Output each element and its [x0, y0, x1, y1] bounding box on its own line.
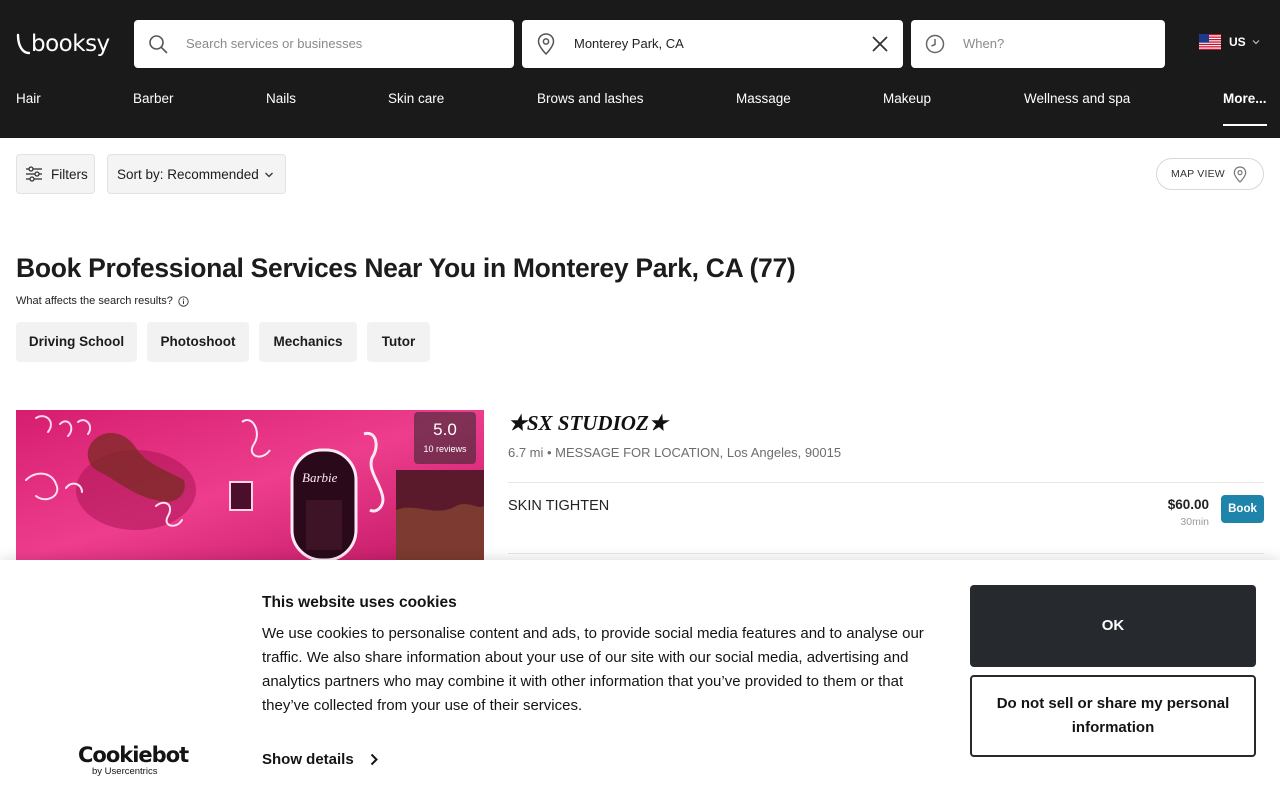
location-input[interactable]: Monterey Park, CA — [574, 20, 684, 68]
service-duration: 30min — [1180, 516, 1209, 528]
filters-label: Filters — [51, 166, 88, 182]
location-field[interactable]: Monterey Park, CA — [522, 20, 903, 68]
chevron-down-icon — [1252, 40, 1260, 45]
map-view-label: MAP VIEW — [1171, 168, 1225, 180]
cookiebot-brand: Cookiebot — [78, 743, 189, 767]
divider — [508, 553, 1264, 554]
location-pin-icon — [534, 32, 558, 56]
search-field[interactable]: Search services or businesses — [134, 20, 514, 68]
category-wellness-and-spa[interactable]: Wellness and spa — [1024, 86, 1130, 112]
map-pin-icon — [1233, 166, 1247, 183]
rating-score: 5.0 — [433, 420, 457, 439]
book-button[interactable]: Book — [1221, 495, 1264, 523]
info-icon[interactable] — [178, 295, 189, 307]
booksy-logo-icon — [16, 33, 30, 55]
category-more[interactable]: More... — [1223, 86, 1267, 126]
chip-mechanics[interactable]: Mechanics — [259, 322, 357, 362]
booksy-logo[interactable]: booksy — [16, 29, 110, 59]
do-not-sell-button[interactable]: Do not sell or share my personal informa… — [970, 675, 1256, 757]
cookiebot-by: by Usercentrics — [92, 766, 158, 777]
show-details-button[interactable]: Show details — [262, 751, 378, 768]
show-details-label: Show details — [262, 751, 354, 768]
cookie-title: This website uses cookies — [262, 594, 457, 611]
cookie-text: We use cookies to personalise content an… — [262, 625, 924, 714]
top-bar: booksy Search services or businesses Mon… — [0, 0, 1280, 138]
clock-icon — [923, 32, 947, 56]
business-address: 6.7 mi • MESSAGE FOR LOCATION, Los Angel… — [508, 445, 842, 460]
review-count: 10 reviews — [423, 444, 467, 454]
svg-text:Barbie: Barbie — [302, 470, 338, 485]
when-field[interactable]: When? — [911, 20, 1165, 68]
country-selector[interactable]: US — [1199, 34, 1260, 50]
category-barber[interactable]: Barber — [133, 86, 174, 112]
search-icon — [146, 32, 170, 56]
us-flag-icon — [1199, 34, 1221, 50]
cookie-banner: Cookiebot by Usercentrics This website u… — [0, 560, 1280, 800]
sliders-icon — [26, 166, 42, 182]
page-title: Book Professional Services Near You in M… — [16, 253, 796, 283]
search-input[interactable]: Search services or businesses — [186, 20, 362, 68]
category-brows-and-lashes[interactable]: Brows and lashes — [537, 86, 644, 112]
cookiebot-logo: Cookiebot by Usercentrics — [78, 743, 189, 777]
cookie-ok-button[interactable]: OK — [970, 585, 1256, 667]
business-name[interactable]: ★SX STUDIOZ★ — [508, 411, 668, 436]
chip-driving-school[interactable]: Driving School — [16, 322, 137, 362]
chip-tutor[interactable]: Tutor — [367, 322, 430, 362]
sort-dropdown[interactable]: Sort by: Recommended — [107, 154, 286, 194]
category-nav: Hair Barber Nails Skin care Brows and la… — [0, 86, 1280, 126]
map-view-button[interactable]: MAP VIEW — [1156, 158, 1264, 190]
chip-photoshoot[interactable]: Photoshoot — [147, 322, 249, 362]
clear-location-icon[interactable] — [869, 33, 891, 55]
affects-label: What affects the search results? — [16, 295, 173, 307]
category-skin-care[interactable]: Skin care — [388, 86, 444, 112]
category-makeup[interactable]: Makeup — [883, 86, 931, 112]
divider — [508, 482, 1264, 483]
search-results-info[interactable]: What affects the search results? — [16, 295, 189, 307]
when-input[interactable]: When? — [963, 20, 1004, 68]
chevron-down-icon — [265, 172, 273, 178]
logo-text: booksy — [31, 31, 110, 57]
chevron-right-icon — [370, 753, 378, 766]
sort-label: Sort by: Recommended — [117, 166, 259, 182]
category-hair[interactable]: Hair — [16, 86, 41, 112]
rating-badge: 5.0 10 reviews — [414, 412, 476, 464]
service-name: SKIN TIGHTEN — [508, 498, 610, 514]
service-price: $60.00 — [1167, 497, 1209, 512]
country-label: US — [1229, 35, 1246, 49]
category-massage[interactable]: Massage — [736, 86, 791, 112]
filters-button[interactable]: Filters — [16, 154, 95, 194]
category-nails[interactable]: Nails — [266, 86, 296, 112]
